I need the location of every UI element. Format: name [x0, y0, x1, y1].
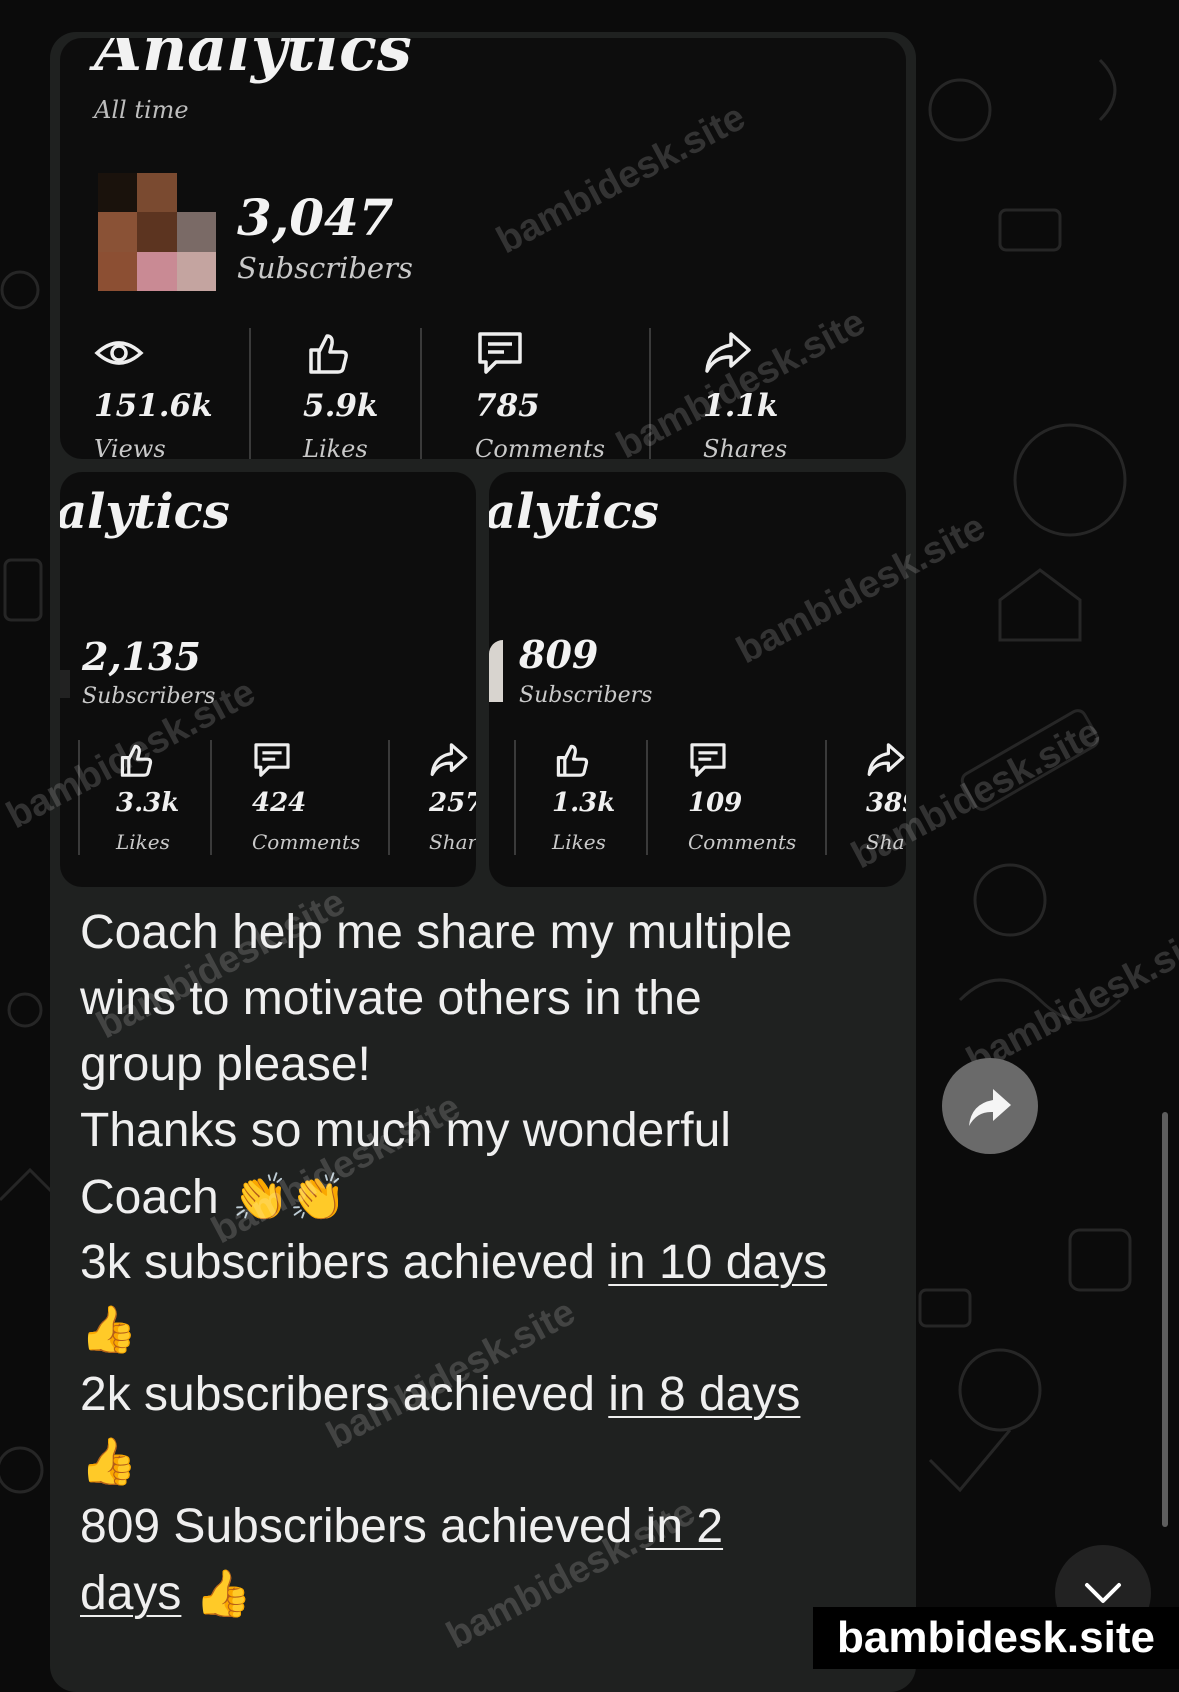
date-link[interactable]: in 10 days [608, 1236, 827, 1289]
divider [249, 328, 251, 459]
divider [210, 740, 212, 855]
stat-label: Shares [703, 435, 788, 459]
message-line: Coach 👏👏 [80, 1164, 900, 1230]
share-icon [430, 743, 468, 776]
date-link[interactable]: in 8 days [608, 1368, 800, 1421]
analytics-title: Analytics [94, 38, 412, 85]
subscriber-count: 809 [519, 632, 599, 677]
forward-icon [969, 1089, 1011, 1126]
message-line: group please! [80, 1038, 371, 1091]
stat-label: Views [94, 435, 166, 459]
stat-label: Likes [552, 830, 606, 854]
avatar [489, 640, 503, 702]
divider [514, 740, 516, 855]
thumbs-up-icon [556, 744, 589, 777]
divider [825, 740, 827, 855]
eye-icon [94, 341, 144, 365]
stat-value: 1.3k [552, 788, 616, 818]
message-line: 👍 [80, 1428, 900, 1494]
stat-label: Comments [252, 830, 361, 854]
analytics-screenshot-main: Analytics All time 3,047 Subscribers 151… [60, 38, 906, 459]
message-line: 809 Subscribers achieved in 2 [80, 1494, 900, 1560]
message-text: Coach help me share my multiple wins to … [80, 900, 900, 1626]
period-label: All time [94, 96, 189, 124]
stat-value: 424 [252, 788, 307, 818]
thumbs-up-emoji: 👍 [194, 1567, 253, 1619]
divider [388, 740, 390, 855]
subscriber-label: Subscribers [519, 683, 653, 708]
stat-label: Share [429, 830, 476, 854]
brand-label: bambidesk.site [813, 1607, 1179, 1669]
comment-icon [254, 743, 290, 777]
stat-value: 5.9k [303, 388, 379, 424]
stat-value: 785 [475, 388, 540, 424]
forward-button[interactable] [942, 1058, 1038, 1154]
avatar [98, 173, 216, 291]
thumbs-up-emoji: 👍 [80, 1435, 138, 1487]
stat-label: Likes [116, 830, 170, 854]
comment-icon [478, 332, 522, 374]
comment-icon [690, 743, 726, 777]
message-line: Thanks so much my wonderful [80, 1104, 731, 1157]
divider [646, 740, 648, 855]
divider [420, 328, 422, 459]
analytics-screenshot-2k: alytics 2,135 Subscribers 3.3k Likes 424… [60, 472, 476, 887]
analytics-title: alytics [60, 484, 230, 540]
share-icon [867, 743, 905, 776]
stat-label: Comments [688, 830, 797, 854]
message-line: 3k subscribers achieved in 10 days [80, 1230, 900, 1296]
thumbs-up-icon [309, 334, 348, 374]
avatar [60, 670, 70, 698]
subscriber-count: 2,135 [82, 634, 201, 679]
message-text-span: 3k subscribers achieved [80, 1236, 609, 1289]
subscriber-label: Subscribers [237, 251, 413, 285]
date-link[interactable]: days [80, 1567, 181, 1620]
stat-label: Comments [475, 435, 605, 459]
thumbs-up-emoji: 👍 [80, 1303, 138, 1355]
scrollbar[interactable] [1162, 1112, 1168, 1527]
stat-label: Likes [303, 435, 368, 459]
analytics-title: alytics [489, 484, 659, 540]
stat-value: 3.3k [116, 788, 180, 818]
analytics-screenshot-809: alytics 809 Subscribers 1.3k Likes 109 C… [489, 472, 906, 887]
stat-value: 151.6k [94, 388, 213, 424]
message-text-span: 809 Subscribers achieved [80, 1500, 646, 1553]
subscriber-count: 3,047 [237, 188, 394, 247]
stat-value: 257 [429, 788, 476, 818]
stat-value: 109 [688, 788, 743, 818]
